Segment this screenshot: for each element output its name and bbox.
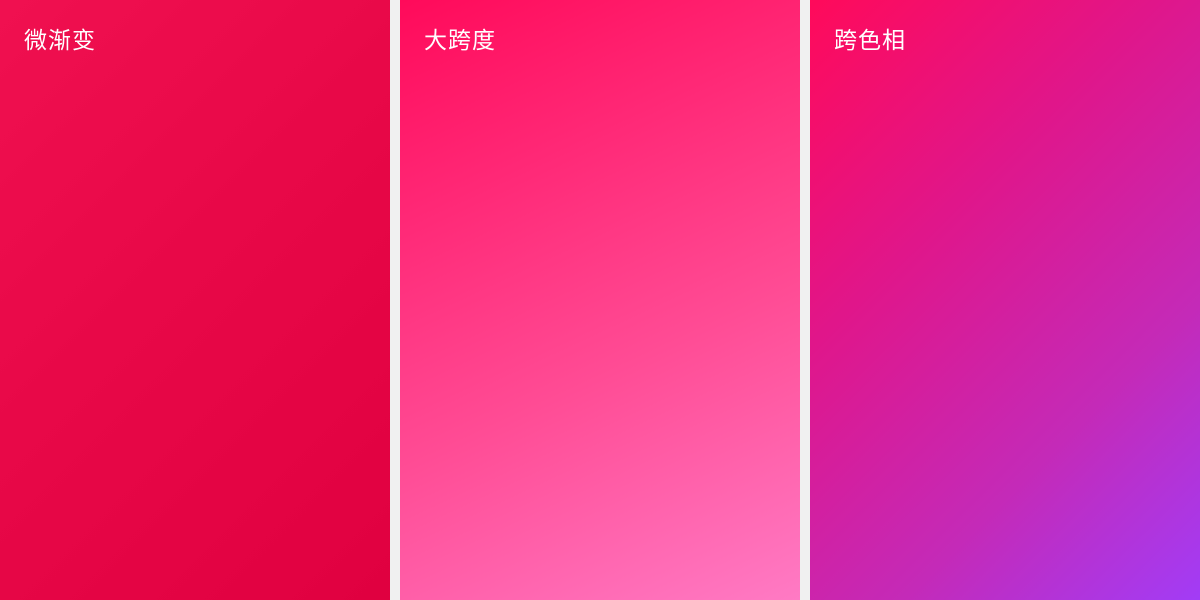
panel-label: 微渐变 [24,28,96,54]
cross-hue-gradient-panel: 跨色相 [810,0,1200,600]
subtle-gradient-panel: 微渐变 [0,0,390,600]
gradient-comparison-canvas: 微渐变 大跨度 跨色相 [0,0,1200,600]
wide-range-gradient-panel: 大跨度 [400,0,800,600]
panel-label: 大跨度 [424,28,496,54]
panel-label: 跨色相 [834,28,906,54]
